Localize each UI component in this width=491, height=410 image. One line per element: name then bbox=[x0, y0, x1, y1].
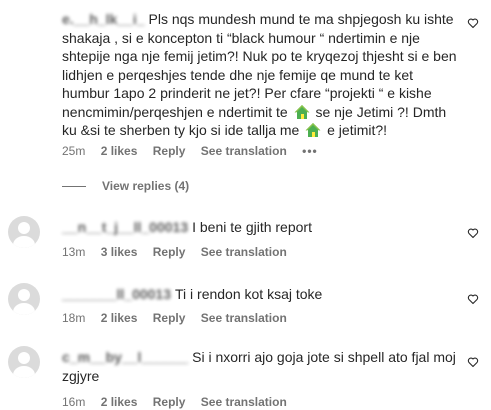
comment-1-time[interactable]: 25m bbox=[62, 144, 85, 158]
view-replies-button[interactable]: View replies (4) bbox=[62, 179, 189, 193]
comment-3-likes[interactable]: 2 likes bbox=[101, 311, 138, 325]
comment-3-text: Ti i rendon kot ksaj toke bbox=[175, 286, 323, 302]
house-emoji-icon bbox=[294, 104, 310, 119]
heart-outline-icon[interactable] bbox=[467, 227, 479, 239]
default-avatar-icon[interactable] bbox=[8, 216, 40, 248]
comment-4-body: c_m__by__l______ Si i nxorri ajo goja jot… bbox=[62, 348, 457, 385]
comment-2-meta: 13m 3 likes Reply See translation bbox=[62, 245, 299, 259]
comment-2-reply-button[interactable]: Reply bbox=[153, 245, 186, 259]
heart-outline-icon[interactable] bbox=[467, 356, 479, 368]
comment-2-likes[interactable]: 3 likes bbox=[101, 245, 138, 259]
view-replies-label: View replies (4) bbox=[102, 179, 190, 193]
comment-1-likes[interactable]: 2 likes bbox=[101, 144, 138, 158]
more-options-icon[interactable]: ••• bbox=[302, 144, 318, 158]
comment-3-username[interactable]: _______ll_00013 bbox=[62, 285, 171, 304]
comment-3-body: _______ll_00013 Ti i rendon kot ksaj toke bbox=[62, 285, 457, 304]
comment-4-time[interactable]: 16m bbox=[62, 395, 85, 409]
comment-4-see-translation[interactable]: See translation bbox=[201, 395, 287, 409]
avatar-body bbox=[13, 303, 35, 315]
comment-1-username[interactable]: e.__h_lk__i_ bbox=[62, 10, 145, 29]
comment-2-see-translation[interactable]: See translation bbox=[201, 245, 287, 259]
comment-1-meta: 25m 2 likes Reply See translation ••• bbox=[62, 144, 330, 158]
avatar-body bbox=[13, 366, 35, 378]
avatar-head bbox=[18, 289, 30, 301]
comment-4-meta: 16m 2 likes Reply See translation bbox=[62, 395, 299, 409]
comment-4-username[interactable]: c_m__by__l______ bbox=[62, 348, 188, 367]
comment-1-body: e.__h_lk__i_ Pls nqs mundesh mund te ma s… bbox=[62, 10, 457, 140]
avatar-head bbox=[18, 222, 30, 234]
comment-2-body: __n__t_j__ll_00013 I beni te gjith report bbox=[62, 218, 457, 237]
comment-1-reply-button[interactable]: Reply bbox=[153, 144, 186, 158]
heart-outline-icon[interactable] bbox=[467, 17, 479, 29]
comment-1-text-part-3: e jetimit?! bbox=[327, 122, 388, 138]
comment-3-see-translation[interactable]: See translation bbox=[201, 311, 287, 325]
view-replies-divider bbox=[62, 185, 86, 187]
avatar-body bbox=[13, 236, 35, 248]
comment-3-time[interactable]: 18m bbox=[62, 311, 85, 325]
comment-1-see-translation[interactable]: See translation bbox=[201, 144, 287, 158]
default-avatar-icon[interactable] bbox=[8, 283, 40, 315]
comment-2-time[interactable]: 13m bbox=[62, 245, 85, 259]
comment-2-username[interactable]: __n__t_j__ll_00013 bbox=[62, 218, 188, 237]
default-avatar-icon[interactable] bbox=[8, 346, 40, 378]
comment-2-text: I beni te gjith report bbox=[192, 219, 312, 235]
heart-outline-icon[interactable] bbox=[467, 293, 479, 305]
avatar-head bbox=[18, 352, 30, 364]
comment-3-meta: 18m 2 likes Reply See translation bbox=[62, 311, 299, 325]
house-emoji-icon bbox=[305, 123, 321, 137]
comment-4-reply-button[interactable]: Reply bbox=[153, 395, 186, 409]
comment-4-likes[interactable]: 2 likes bbox=[101, 395, 138, 409]
comment-3-reply-button[interactable]: Reply bbox=[153, 311, 186, 325]
